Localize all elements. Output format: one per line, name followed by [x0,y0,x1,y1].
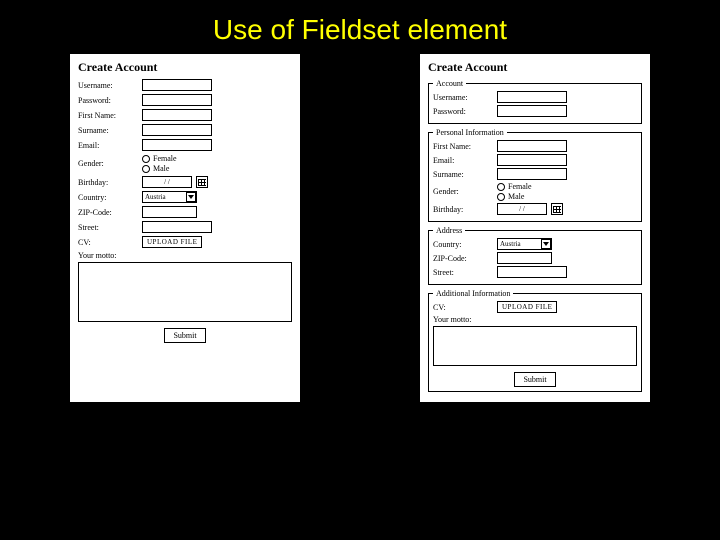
label-zip-r: ZIP-Code: [433,254,493,263]
gender-group: Female Male [142,154,177,173]
calendar-icon-r[interactable] [551,203,563,215]
email-input[interactable] [142,139,212,151]
label-birthday: Birthday: [78,178,138,187]
radio-female[interactable] [142,155,150,163]
zip-input[interactable] [142,206,197,218]
firstname-input-r[interactable] [497,140,567,152]
radio-female-r[interactable] [497,183,505,191]
label-country-r: Country: [433,240,493,249]
slide-title: Use of Fieldset element [0,0,720,54]
label-surname-r: Surname: [433,170,493,179]
fieldset-additional: Additional Information CV: UPLOAD FILE Yo… [428,289,642,392]
label-female-r: Female [508,182,532,191]
submit-button[interactable]: Submit [164,328,205,343]
upload-button-r[interactable]: UPLOAD FILE [497,301,557,313]
label-cv-r: CV: [433,303,493,312]
label-gender: Gender: [78,159,138,168]
label-zip: ZIP-Code: [78,208,138,217]
username-input[interactable] [142,79,212,91]
legend-personal: Personal Information [433,128,507,137]
surname-input-r[interactable] [497,168,567,180]
right-form-title: Create Account [428,60,642,75]
label-street: Street: [78,223,138,232]
street-input-r[interactable] [497,266,567,278]
label-gender-r: Gender: [433,187,493,196]
label-email-r: Email: [433,156,493,165]
legend-address: Address [433,226,465,235]
label-motto-r: Your motto: [433,315,637,324]
gender-group-r: Female Male [497,182,532,201]
username-input-r[interactable] [497,91,567,103]
submit-button-r[interactable]: Submit [514,372,555,387]
email-input-r[interactable] [497,154,567,166]
legend-additional: Additional Information [433,289,513,298]
upload-button[interactable]: UPLOAD FILE [142,236,202,248]
country-select-r[interactable]: Austria [497,238,552,250]
radio-male[interactable] [142,165,150,173]
firstname-input[interactable] [142,109,212,121]
fieldset-account: Account Username: Password: [428,79,642,124]
label-surname: Surname: [78,126,138,135]
fieldset-personal: Personal Information First Name: Email: … [428,128,642,222]
country-value: Austria [145,193,166,201]
label-firstname-r: First Name: [433,142,493,151]
motto-textarea-r[interactable] [433,326,637,366]
calendar-icon[interactable] [196,176,208,188]
label-female: Female [153,154,177,163]
birthday-input-r[interactable]: / / [497,203,547,215]
fieldset-address: Address Country: Austria ZIP-Code: Stree… [428,226,642,285]
label-country: Country: [78,193,138,202]
label-password: Password: [78,96,138,105]
country-value-r: Austria [500,240,521,248]
forms-container: Create Account Username: Password: First… [0,54,720,402]
label-birthday-r: Birthday: [433,205,493,214]
chevron-down-icon-r [541,239,551,249]
zip-input-r[interactable] [497,252,552,264]
label-male: Male [153,164,169,173]
surname-input[interactable] [142,124,212,136]
radio-male-r[interactable] [497,193,505,201]
label-male-r: Male [508,192,524,201]
label-street-r: Street: [433,268,493,277]
label-password-r: Password: [433,107,493,116]
label-motto: Your motto: [78,251,292,260]
left-form-panel: Create Account Username: Password: First… [70,54,300,402]
label-username: Username: [78,81,138,90]
password-input[interactable] [142,94,212,106]
country-select[interactable]: Austria [142,191,197,203]
label-email: Email: [78,141,138,150]
left-form-title: Create Account [78,60,292,75]
label-username-r: Username: [433,93,493,102]
legend-account: Account [433,79,466,88]
label-firstname: First Name: [78,111,138,120]
password-input-r[interactable] [497,105,567,117]
street-input[interactable] [142,221,212,233]
right-form-panel: Create Account Account Username: Passwor… [420,54,650,402]
label-cv: CV: [78,238,138,247]
motto-textarea[interactable] [78,262,292,322]
birthday-input[interactable]: / / [142,176,192,188]
chevron-down-icon [186,192,196,202]
